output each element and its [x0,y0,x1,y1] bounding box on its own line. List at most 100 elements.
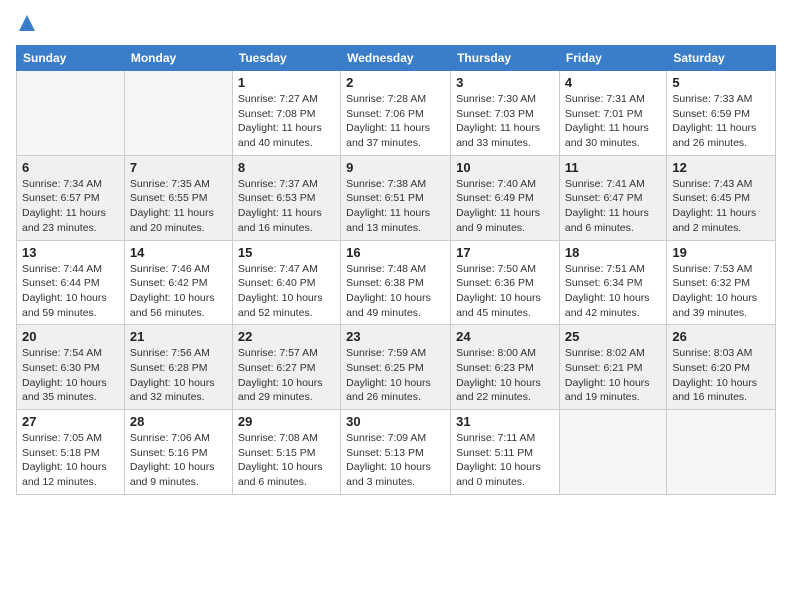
calendar-cell: 11 Sunrise: 7:41 AM Sunset: 6:47 PM Dayli… [559,155,666,240]
day-number: 5 [672,75,770,90]
day-detail: Sunrise: 7:05 AM Sunset: 5:18 PM Dayligh… [22,431,119,490]
calendar-week-row: 27Sunrise: 7:05 AM Sunset: 5:18 PM Dayli… [17,410,776,495]
calendar-cell: 31 Sunrise: 7:11 AM Sunset: 5:11 PM Dayli… [451,410,560,495]
day-number: 4 [565,75,661,90]
day-number: 16 [346,245,445,260]
calendar-cell: 22Sunrise: 7:57 AM Sunset: 6:27 PM Dayli… [232,325,340,410]
day-detail: Sunrise: 7:31 AM Sunset: 7:01 PM Dayligh… [565,92,661,151]
day-detail: Sunrise: 7:11 AM Sunset: 5:11 PM Dayligh… [456,431,554,490]
weekday-header-monday: Monday [124,46,232,71]
weekday-header-friday: Friday [559,46,666,71]
day-detail: Sunrise: 7:51 AM Sunset: 6:34 PM Dayligh… [565,262,661,321]
day-detail: Sunrise: 7:41 AM Sunset: 6:47 PM Dayligh… [565,177,661,236]
day-number: 2 [346,75,445,90]
calendar-cell: 5Sunrise: 7:33 AM Sunset: 6:59 PM Daylig… [667,71,776,156]
day-number: 12 [672,160,770,175]
calendar-cell: 27Sunrise: 7:05 AM Sunset: 5:18 PM Dayli… [17,410,125,495]
day-number: 15 [238,245,335,260]
calendar-cell: 2 Sunrise: 7:28 AM Sunset: 7:06 PM Daylig… [341,71,451,156]
day-number: 3 [456,75,554,90]
day-detail: Sunrise: 7:59 AM Sunset: 6:25 PM Dayligh… [346,346,445,405]
day-number: 11 [565,160,661,175]
calendar-week-row: 20 Sunrise: 7:54 AM Sunset: 6:30 PM Dayli… [17,325,776,410]
calendar-cell: 10 Sunrise: 7:40 AM Sunset: 6:49 PM Dayli… [451,155,560,240]
calendar-cell: 28 Sunrise: 7:06 AM Sunset: 5:16 PM Dayli… [124,410,232,495]
calendar-cell [17,71,125,156]
weekday-header-saturday: Saturday [667,46,776,71]
calendar-cell: 7 Sunrise: 7:35 AM Sunset: 6:55 PM Daylig… [124,155,232,240]
logo-triangle-icon [18,14,36,32]
calendar-week-row: 13Sunrise: 7:44 AM Sunset: 6:44 PM Dayli… [17,240,776,325]
day-number: 1 [238,75,335,90]
day-detail: Sunrise: 7:43 AM Sunset: 6:45 PM Dayligh… [672,177,770,236]
day-number: 26 [672,329,770,344]
calendar-cell: 30 Sunrise: 7:09 AM Sunset: 5:13 PM Dayli… [341,410,451,495]
calendar-cell: 25 Sunrise: 8:02 AM Sunset: 6:21 PM Dayli… [559,325,666,410]
calendar-cell: 9 Sunrise: 7:38 AM Sunset: 6:51 PM Daylig… [341,155,451,240]
calendar-cell: 20 Sunrise: 7:54 AM Sunset: 6:30 PM Dayli… [17,325,125,410]
calendar-cell: 6 Sunrise: 7:34 AM Sunset: 6:57 PM Daylig… [17,155,125,240]
day-number: 20 [22,329,119,344]
day-detail: Sunrise: 7:28 AM Sunset: 7:06 PM Dayligh… [346,92,445,151]
day-number: 22 [238,329,335,344]
day-detail: Sunrise: 7:46 AM Sunset: 6:42 PM Dayligh… [130,262,227,321]
calendar-cell: 15 Sunrise: 7:47 AM Sunset: 6:40 PM Dayli… [232,240,340,325]
day-number: 21 [130,329,227,344]
weekday-header-sunday: Sunday [17,46,125,71]
day-detail: Sunrise: 7:53 AM Sunset: 6:32 PM Dayligh… [672,262,770,321]
day-number: 6 [22,160,119,175]
calendar-cell: 3 Sunrise: 7:30 AM Sunset: 7:03 PM Daylig… [451,71,560,156]
day-detail: Sunrise: 7:06 AM Sunset: 5:16 PM Dayligh… [130,431,227,490]
calendar-cell [559,410,666,495]
day-detail: Sunrise: 8:03 AM Sunset: 6:20 PM Dayligh… [672,346,770,405]
day-detail: Sunrise: 7:08 AM Sunset: 5:15 PM Dayligh… [238,431,335,490]
calendar-table: SundayMondayTuesdayWednesdayThursdayFrid… [16,45,776,495]
day-number: 24 [456,329,554,344]
day-number: 17 [456,245,554,260]
calendar-cell: 18 Sunrise: 7:51 AM Sunset: 6:34 PM Dayli… [559,240,666,325]
day-number: 7 [130,160,227,175]
header [16,10,776,37]
day-number: 25 [565,329,661,344]
day-detail: Sunrise: 7:38 AM Sunset: 6:51 PM Dayligh… [346,177,445,236]
day-detail: Sunrise: 7:37 AM Sunset: 6:53 PM Dayligh… [238,177,335,236]
day-number: 30 [346,414,445,429]
calendar-cell: 1 Sunrise: 7:27 AM Sunset: 7:08 PM Daylig… [232,71,340,156]
day-detail: Sunrise: 8:02 AM Sunset: 6:21 PM Dayligh… [565,346,661,405]
day-number: 28 [130,414,227,429]
calendar-cell: 16 Sunrise: 7:48 AM Sunset: 6:38 PM Dayli… [341,240,451,325]
day-detail: Sunrise: 7:40 AM Sunset: 6:49 PM Dayligh… [456,177,554,236]
day-number: 18 [565,245,661,260]
day-detail: Sunrise: 7:09 AM Sunset: 5:13 PM Dayligh… [346,431,445,490]
weekday-header-tuesday: Tuesday [232,46,340,71]
day-detail: Sunrise: 8:00 AM Sunset: 6:23 PM Dayligh… [456,346,554,405]
day-detail: Sunrise: 7:35 AM Sunset: 6:55 PM Dayligh… [130,177,227,236]
calendar-cell: 12 Sunrise: 7:43 AM Sunset: 6:45 PM Dayli… [667,155,776,240]
calendar-cell: 19 Sunrise: 7:53 AM Sunset: 6:32 PM Dayli… [667,240,776,325]
calendar-cell: 21 Sunrise: 7:56 AM Sunset: 6:28 PM Dayli… [124,325,232,410]
calendar-cell: 4 Sunrise: 7:31 AM Sunset: 7:01 PM Daylig… [559,71,666,156]
calendar-cell: 23 Sunrise: 7:59 AM Sunset: 6:25 PM Dayli… [341,325,451,410]
day-number: 31 [456,414,554,429]
weekday-header-thursday: Thursday [451,46,560,71]
day-detail: Sunrise: 7:54 AM Sunset: 6:30 PM Dayligh… [22,346,119,405]
calendar-cell: 26 Sunrise: 8:03 AM Sunset: 6:20 PM Dayli… [667,325,776,410]
day-detail: Sunrise: 7:48 AM Sunset: 6:38 PM Dayligh… [346,262,445,321]
calendar-week-row: 6 Sunrise: 7:34 AM Sunset: 6:57 PM Daylig… [17,155,776,240]
day-number: 14 [130,245,227,260]
day-detail: Sunrise: 7:27 AM Sunset: 7:08 PM Dayligh… [238,92,335,151]
day-number: 9 [346,160,445,175]
day-number: 23 [346,329,445,344]
calendar-cell [667,410,776,495]
day-detail: Sunrise: 7:44 AM Sunset: 6:44 PM Dayligh… [22,262,119,321]
day-number: 8 [238,160,335,175]
day-detail: Sunrise: 7:34 AM Sunset: 6:57 PM Dayligh… [22,177,119,236]
calendar-cell [124,71,232,156]
day-number: 10 [456,160,554,175]
day-detail: Sunrise: 7:47 AM Sunset: 6:40 PM Dayligh… [238,262,335,321]
day-detail: Sunrise: 7:56 AM Sunset: 6:28 PM Dayligh… [130,346,227,405]
day-number: 19 [672,245,770,260]
calendar-cell: 8 Sunrise: 7:37 AM Sunset: 6:53 PM Daylig… [232,155,340,240]
calendar-header-row: SundayMondayTuesdayWednesdayThursdayFrid… [17,46,776,71]
day-detail: Sunrise: 7:30 AM Sunset: 7:03 PM Dayligh… [456,92,554,151]
